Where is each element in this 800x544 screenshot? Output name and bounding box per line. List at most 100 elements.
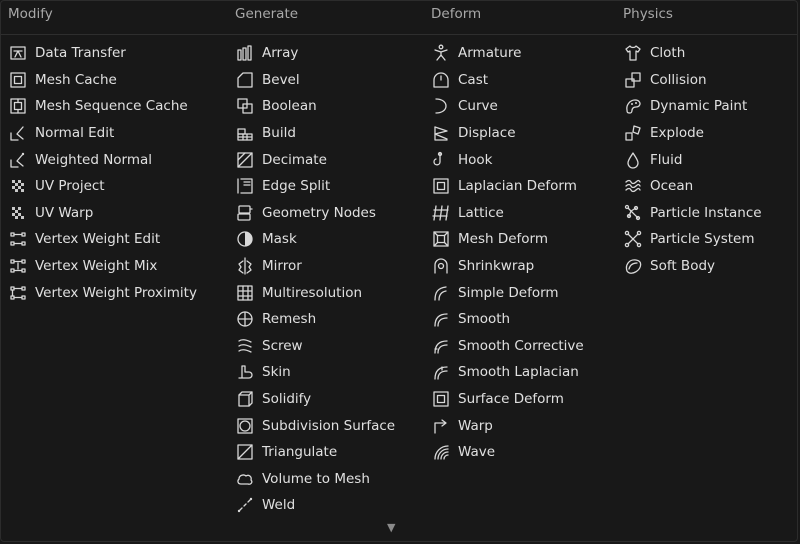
scroll-down-icon[interactable]: ▼ bbox=[387, 521, 395, 534]
menu-item-label: Collision bbox=[650, 71, 707, 88]
menu-item-weighted-normal[interactable]: Weighted Normal bbox=[8, 146, 197, 173]
menu-item-build[interactable]: Build bbox=[235, 120, 395, 147]
menu-item-smooth-corrective[interactable]: Smooth Corrective bbox=[431, 333, 584, 360]
menu-item-label: Dynamic Paint bbox=[650, 98, 748, 115]
menu-item-mesh-sequence-cache[interactable]: Mesh Sequence Cache bbox=[8, 93, 197, 120]
menu-item-wave[interactable]: Wave bbox=[431, 439, 584, 466]
menu-item-triangulate[interactable]: Triangulate bbox=[235, 439, 395, 466]
armature-icon bbox=[431, 43, 451, 63]
menu-item-remesh[interactable]: Remesh bbox=[235, 306, 395, 333]
wave-icon bbox=[431, 442, 451, 462]
menu-item-laplacian-deform[interactable]: Laplacian Deform bbox=[431, 173, 584, 200]
menu-item-data-transfer[interactable]: Data Transfer bbox=[8, 40, 197, 67]
menu-item-decimate[interactable]: Decimate bbox=[235, 146, 395, 173]
menu-item-label: Lattice bbox=[458, 204, 504, 221]
menu-item-ocean[interactable]: Ocean bbox=[623, 173, 762, 200]
menu-item-label: Explode bbox=[650, 125, 704, 142]
menu-item-soft-body[interactable]: Soft Body bbox=[623, 253, 762, 280]
ocean-icon bbox=[623, 176, 643, 196]
menu-item-geometry-nodes[interactable]: Geometry Nodes bbox=[235, 200, 395, 227]
bevel-icon bbox=[235, 70, 255, 90]
menu-item-screw[interactable]: Screw bbox=[235, 333, 395, 360]
menu-item-hook[interactable]: Hook bbox=[431, 146, 584, 173]
laplacian-deform-icon bbox=[431, 176, 451, 196]
menu-item-uv-project[interactable]: UV Project bbox=[8, 173, 197, 200]
decimate-icon bbox=[235, 150, 255, 170]
column-header: Physics bbox=[623, 6, 673, 22]
menu-item-armature[interactable]: Armature bbox=[431, 40, 584, 67]
menu-item-particle-system[interactable]: Particle System bbox=[623, 226, 762, 253]
menu-item-cast[interactable]: Cast bbox=[431, 67, 584, 94]
mesh-cache-icon bbox=[8, 70, 28, 90]
column-generate: Generate Array Bevel Boolean Build Decimate E… bbox=[235, 1, 395, 513]
column-modify: Modify Data Transfer Mesh Cache Mesh Seque… bbox=[8, 1, 197, 301]
lattice-icon bbox=[431, 203, 451, 223]
column-items: Cloth Collision Dynamic Paint Explode Fluid O… bbox=[623, 40, 762, 279]
menu-item-label: Solidify bbox=[262, 391, 312, 408]
menu-item-dynamic-paint[interactable]: Dynamic Paint bbox=[623, 93, 762, 120]
vertex-weight-proximity-icon bbox=[8, 283, 28, 303]
menu-item-lattice[interactable]: Lattice bbox=[431, 200, 584, 227]
menu-item-warp[interactable]: Warp bbox=[431, 412, 584, 439]
menu-item-mesh-cache[interactable]: Mesh Cache bbox=[8, 67, 197, 94]
column-header: Modify bbox=[8, 6, 53, 22]
menu-item-array[interactable]: Array bbox=[235, 40, 395, 67]
menu-item-boolean[interactable]: Boolean bbox=[235, 93, 395, 120]
menu-item-particle-instance[interactable]: Particle Instance bbox=[623, 200, 762, 227]
menu-item-vertex-weight-proximity[interactable]: Vertex Weight Proximity bbox=[8, 279, 197, 306]
menu-item-label: Fluid bbox=[650, 151, 683, 168]
menu-item-label: Laplacian Deform bbox=[458, 178, 577, 195]
menu-item-explode[interactable]: Explode bbox=[623, 120, 762, 147]
warp-icon bbox=[431, 416, 451, 436]
menu-item-subdivision-surface[interactable]: Subdivision Surface bbox=[235, 412, 395, 439]
column-items: Data Transfer Mesh Cache Mesh Sequence Cac… bbox=[8, 40, 197, 306]
mask-icon bbox=[235, 229, 255, 249]
remesh-icon bbox=[235, 309, 255, 329]
menu-item-weld[interactable]: Weld bbox=[235, 492, 395, 519]
menu-item-uv-warp[interactable]: UV Warp bbox=[8, 200, 197, 227]
menu-item-label: Ocean bbox=[650, 178, 694, 195]
menu-item-label: Armature bbox=[458, 45, 522, 62]
menu-item-simple-deform[interactable]: Simple Deform bbox=[431, 279, 584, 306]
menu-item-displace[interactable]: Displace bbox=[431, 120, 584, 147]
menu-item-mirror[interactable]: Mirror bbox=[235, 253, 395, 280]
menu-item-smooth-laplacian[interactable]: Smooth Laplacian bbox=[431, 359, 584, 386]
simple-deform-icon bbox=[431, 283, 451, 303]
menu-item-label: Cloth bbox=[650, 45, 686, 62]
array-icon bbox=[235, 43, 255, 63]
menu-item-label: Geometry Nodes bbox=[262, 204, 376, 221]
soft-body-icon bbox=[623, 256, 643, 276]
menu-item-cloth[interactable]: Cloth bbox=[623, 40, 762, 67]
menu-item-label: UV Warp bbox=[35, 204, 94, 221]
menu-item-vertex-weight-mix[interactable]: Vertex Weight Mix bbox=[8, 253, 197, 280]
volume-to-mesh-icon bbox=[235, 469, 255, 489]
cloth-icon bbox=[623, 43, 643, 63]
menu-item-skin[interactable]: Skin bbox=[235, 359, 395, 386]
collision-icon bbox=[623, 70, 643, 90]
menu-item-mask[interactable]: Mask bbox=[235, 226, 395, 253]
menu-item-label: Skin bbox=[262, 364, 291, 381]
menu-item-normal-edit[interactable]: Normal Edit bbox=[8, 120, 197, 147]
menu-item-mesh-deform[interactable]: Mesh Deform bbox=[431, 226, 584, 253]
menu-item-surface-deform[interactable]: Surface Deform bbox=[431, 386, 584, 413]
shrinkwrap-icon bbox=[431, 256, 451, 276]
menu-item-fluid[interactable]: Fluid bbox=[623, 146, 762, 173]
menu-item-curve[interactable]: Curve bbox=[431, 93, 584, 120]
column-header: Generate bbox=[235, 6, 299, 22]
menu-item-shrinkwrap[interactable]: Shrinkwrap bbox=[431, 253, 584, 280]
menu-item-label: Weighted Normal bbox=[35, 151, 153, 168]
menu-item-solidify[interactable]: Solidify bbox=[235, 386, 395, 413]
menu-item-edge-split[interactable]: Edge Split bbox=[235, 173, 395, 200]
menu-item-smooth[interactable]: Smooth bbox=[431, 306, 584, 333]
menu-item-label: Remesh bbox=[262, 311, 317, 328]
menu-item-vertex-weight-edit[interactable]: Vertex Weight Edit bbox=[8, 226, 197, 253]
geometry-nodes-icon bbox=[235, 203, 255, 223]
menu-item-multiresolution[interactable]: Multiresolution bbox=[235, 279, 395, 306]
build-icon bbox=[235, 123, 255, 143]
menu-item-label: Build bbox=[262, 125, 296, 142]
normal-edit-icon bbox=[8, 123, 28, 143]
uv-project-icon bbox=[8, 176, 28, 196]
menu-item-collision[interactable]: Collision bbox=[623, 67, 762, 94]
menu-item-bevel[interactable]: Bevel bbox=[235, 67, 395, 94]
menu-item-volume-to-mesh[interactable]: Volume to Mesh bbox=[235, 466, 395, 493]
